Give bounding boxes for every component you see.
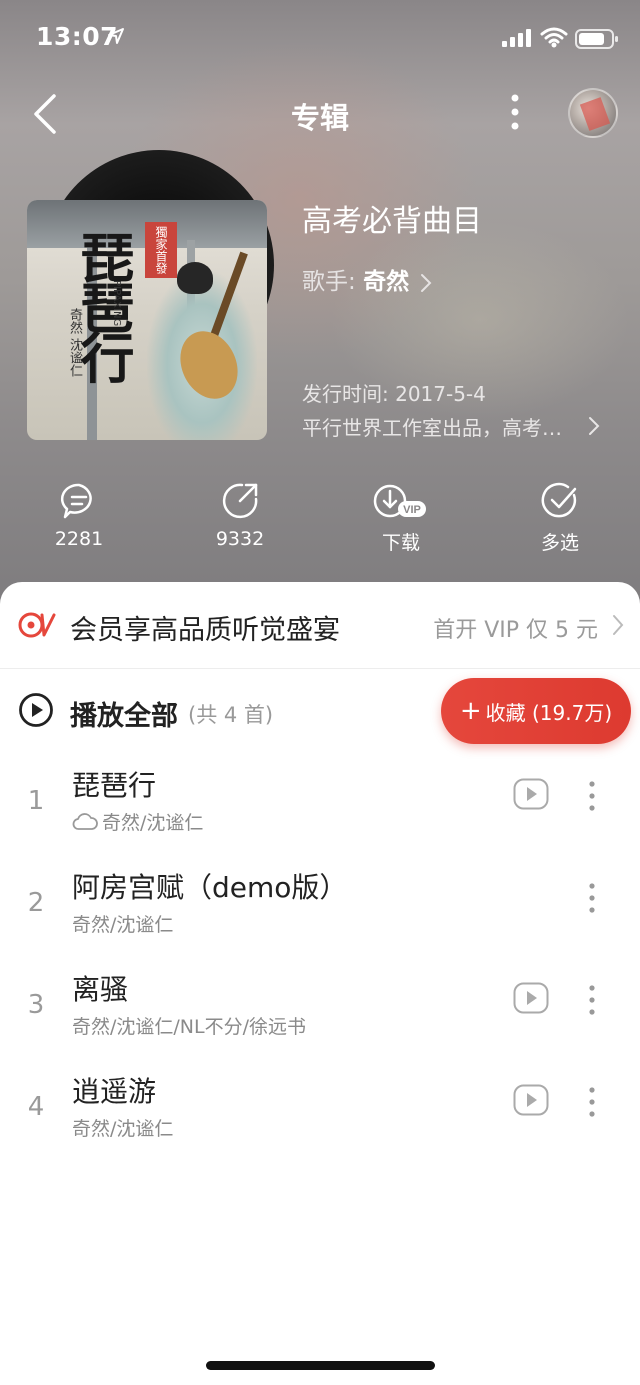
download-vip-icon: VIP xyxy=(373,484,426,518)
location-arrow-icon xyxy=(108,28,124,44)
chevron-right-icon xyxy=(613,615,624,635)
share-count: 9332 xyxy=(215,528,265,550)
collect-label: 收藏 (19.7万) xyxy=(485,700,613,725)
comment-icon xyxy=(60,483,92,519)
song-artist: 奇然/沈谧仁 xyxy=(72,1118,174,1140)
more-vertical-icon[interactable] xyxy=(505,92,525,136)
song-row[interactable]: 1 琵琶行 奇然/沈谧仁 xyxy=(0,754,640,856)
download-button[interactable]: VIP 下载 xyxy=(341,480,461,555)
vip-banner-text: 会员享高品质听觉盛宴 xyxy=(70,615,340,646)
more-vertical-icon[interactable] xyxy=(584,882,600,914)
more-vertical-icon[interactable] xyxy=(584,780,600,812)
song-number: 4 xyxy=(27,1092,45,1122)
comment-button[interactable]: 2281 xyxy=(19,480,139,550)
album-description[interactable]: 平行世界工作室出品，高考必背曲目 xyxy=(302,412,572,441)
mv-play-icon[interactable] xyxy=(513,778,549,810)
cloud-icon xyxy=(72,812,98,830)
chevron-right-icon xyxy=(421,273,432,292)
multiselect-icon xyxy=(541,482,577,518)
plus-icon: + xyxy=(459,696,482,726)
action-bar: 2281 9332 VIP 下载 多选 xyxy=(0,480,640,560)
status-time: 13:07 xyxy=(36,22,119,51)
now-playing-avatar[interactable] xyxy=(568,88,618,138)
release-date: 发行时间: 2017-5-4 xyxy=(302,382,486,406)
song-title: 琵琶行 xyxy=(72,769,157,802)
play-all-label[interactable]: 播放全部 xyxy=(70,694,178,733)
song-number: 3 xyxy=(27,990,45,1020)
song-title: 离骚 xyxy=(72,973,129,1006)
track-sheet: 会员享高品质听觉盛宴 首开 VIP 仅 5 元 播放全部 (共 4 首) + 收… xyxy=(0,582,640,1385)
song-artist: 奇然/沈谧仁 xyxy=(72,914,174,936)
cover-seal: 獨家首發 xyxy=(145,222,177,278)
album-singer[interactable]: 歌手: 奇然 xyxy=(302,262,432,296)
share-button[interactable]: 9332 xyxy=(180,480,300,550)
cover-artists: 奇然 沈谧仁 xyxy=(67,308,82,378)
album-cover[interactable]: 琵琶行 獨家首發 奇然 沈谧仁 PIPAXING xyxy=(27,200,267,440)
vip-banner[interactable]: 会员享高品质听觉盛宴 首开 VIP 仅 5 元 xyxy=(0,582,640,669)
singer-name[interactable]: 奇然 xyxy=(363,269,409,295)
play-circle-icon[interactable] xyxy=(18,692,54,728)
share-icon xyxy=(222,483,258,519)
nav-bar: 专辑 xyxy=(0,80,640,150)
vip-banner-cta[interactable]: 首开 VIP 仅 5 元 xyxy=(433,612,598,644)
song-artist: 奇然/沈谧仁/NL不分/徐远书 xyxy=(72,1016,307,1038)
comment-count: 2281 xyxy=(54,528,104,550)
singer-label: 歌手: xyxy=(302,269,356,295)
song-artist: 奇然/沈谧仁 xyxy=(72,808,203,835)
battery-icon xyxy=(575,29,618,49)
download-label: 下载 xyxy=(381,532,420,554)
cover-pinyin: PIPAXING xyxy=(111,280,122,327)
chevron-right-icon[interactable] xyxy=(588,416,600,436)
mv-play-icon[interactable] xyxy=(513,1084,549,1116)
song-row[interactable]: 3 离骚 奇然/沈谧仁/NL不分/徐远书 xyxy=(0,958,640,1060)
album-title: 高考必背曲目 xyxy=(302,204,482,239)
collect-button[interactable]: + 收藏 (19.7万) xyxy=(441,678,631,744)
song-number: 1 xyxy=(27,786,45,816)
track-count: (共 4 首) xyxy=(188,703,274,727)
multiselect-button[interactable]: 多选 xyxy=(500,480,620,555)
page-title: 专辑 xyxy=(290,101,349,135)
song-number: 2 xyxy=(27,888,45,918)
song-title: 阿房宫赋（demo版） xyxy=(72,871,348,904)
vip-badge: VIP xyxy=(403,504,421,516)
song-row[interactable]: 4 逍遥游 奇然/沈谧仁 xyxy=(0,1060,640,1162)
more-vertical-icon[interactable] xyxy=(584,1086,600,1118)
song-artist-text: 奇然/沈谧仁 xyxy=(102,812,204,834)
song-row[interactable]: 2 阿房宫赋（demo版） 奇然/沈谧仁 xyxy=(0,856,640,958)
cellular-signal-icon xyxy=(502,29,531,47)
mv-play-icon[interactable] xyxy=(513,982,549,1014)
wifi-icon xyxy=(540,27,568,48)
home-indicator[interactable] xyxy=(206,1361,435,1370)
song-title: 逍遥游 xyxy=(72,1075,157,1108)
multiselect-label: 多选 xyxy=(540,532,579,554)
status-bar: 13:07 xyxy=(0,0,640,80)
more-vertical-icon[interactable] xyxy=(584,984,600,1016)
vip-sound-logo-icon xyxy=(18,612,56,638)
